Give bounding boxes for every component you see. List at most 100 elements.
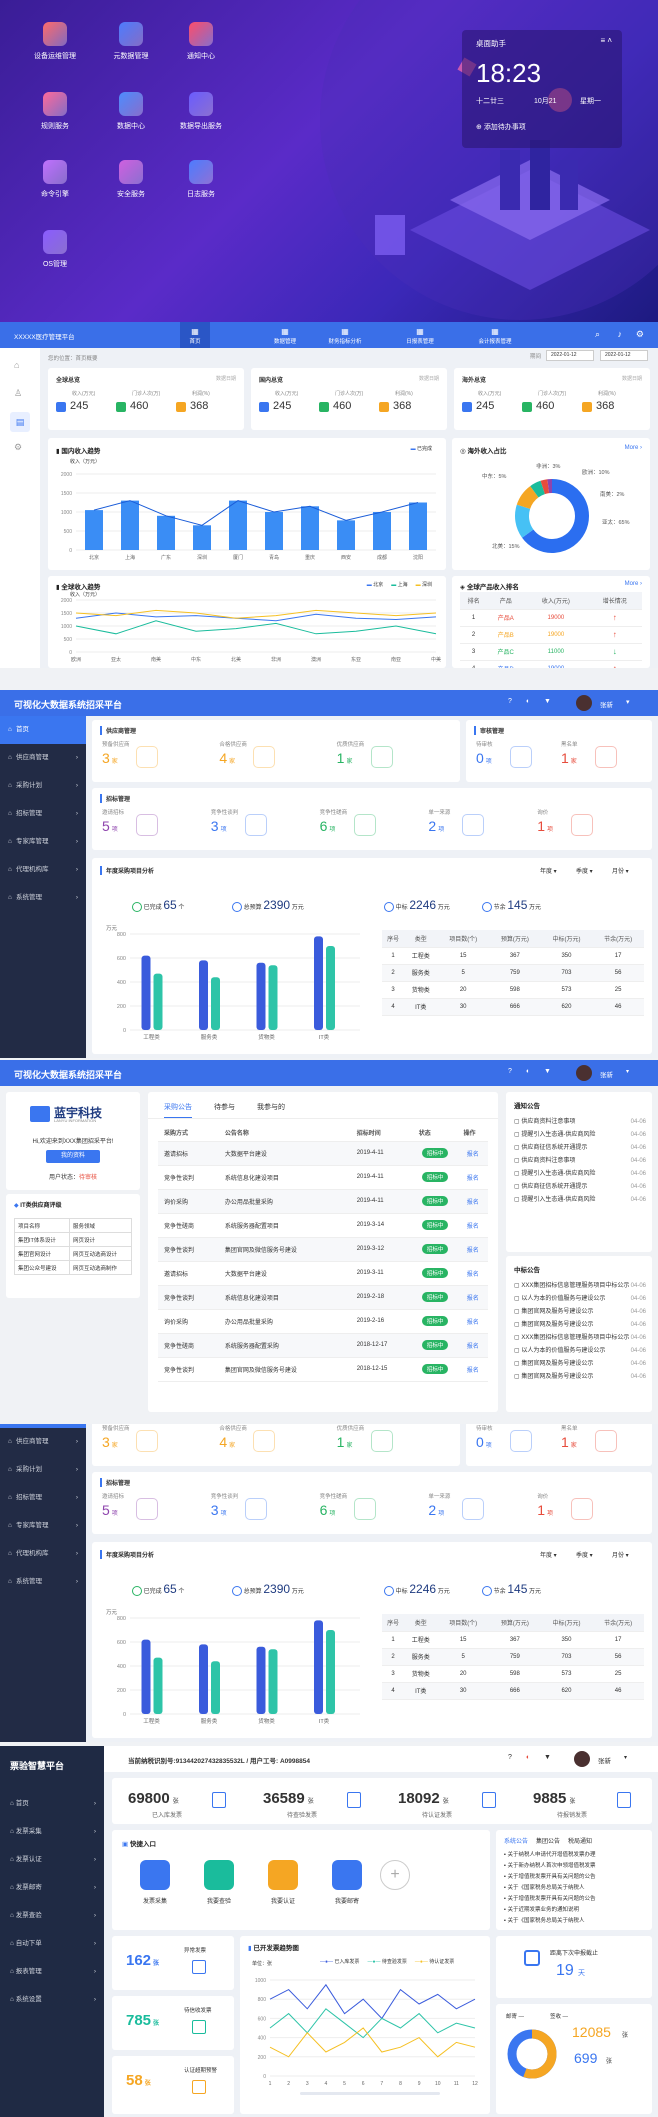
chevron-down-icon[interactable]: ▾ xyxy=(624,1754,627,1761)
signup-link[interactable]: 报名 xyxy=(457,1261,488,1286)
sidebar-item-4[interactable]: ⌂ 专家库管理 › xyxy=(0,828,86,856)
sidebar-item-5[interactable]: ⌂ 代理机构库 › xyxy=(0,856,86,884)
date-to-input[interactable]: 2022-01-12 xyxy=(600,350,648,361)
notice-item[interactable]: ▢ 集团官网及服务号建设公示 04-06 xyxy=(514,1358,646,1371)
tab-0[interactable]: 采购公告 xyxy=(164,1104,192,1119)
app-tile[interactable]: 设备运维管理 xyxy=(20,22,90,61)
help-icon[interactable]: ? xyxy=(508,1754,512,1761)
tab-1[interactable]: 集团公告 xyxy=(536,1839,560,1845)
notice-item[interactable]: ▢ 提醒引入生态通-供应商风险 04-06 xyxy=(514,1129,646,1142)
signup-link[interactable]: 报名 xyxy=(457,1237,488,1262)
notice-item[interactable]: ▢ 集团官网及服务号建设公示 04-06 xyxy=(514,1371,646,1384)
tab-0[interactable]: 系统公告 xyxy=(504,1839,528,1845)
widget-menu-icon[interactable]: ≡ ˄ xyxy=(600,36,612,45)
tab-2[interactable]: 税局通知 xyxy=(568,1839,592,1845)
app-tile[interactable]: 命令引擎 xyxy=(20,160,90,199)
sidebar-item-7[interactable]: ⌂ 系统设置 › xyxy=(0,1986,104,2014)
tab-2[interactable]: 我参与的 xyxy=(257,1104,285,1117)
date-from-input[interactable]: 2022-01-12 xyxy=(546,350,594,361)
quick-entry-1[interactable]: 我要查验 xyxy=(194,1860,244,1905)
signup-link[interactable]: 报名 xyxy=(457,1213,488,1238)
filter-1[interactable]: 季度 ▾ xyxy=(576,1550,593,1559)
app-tile[interactable]: 规则服务 xyxy=(20,92,90,131)
nav-item-1[interactable]: ▦ 数据管理 xyxy=(260,322,310,348)
sidebar-item-4[interactable]: ⌂ 发票查验 › xyxy=(0,1902,104,1930)
avatar[interactable] xyxy=(576,695,592,711)
app-tile[interactable]: OS管理 xyxy=(20,230,90,269)
signup-link[interactable]: 报名 xyxy=(457,1357,488,1382)
sidebar-settings-icon[interactable]: ⚙ xyxy=(14,442,22,453)
notice-item[interactable]: ▢ 集团官网及服务号建设公示 04-06 xyxy=(514,1306,646,1319)
app-tile[interactable]: 数据导出服务 xyxy=(166,92,236,131)
notice-item[interactable]: ▪ 关于纳税人申请代开增值税发票办理 xyxy=(504,1850,648,1861)
chevron-down-icon[interactable]: ▾ xyxy=(626,698,630,706)
sidebar-user-icon[interactable]: ♙ xyxy=(14,388,22,399)
signup-link[interactable]: 报名 xyxy=(457,1165,488,1190)
filter-2[interactable]: 月份 ▾ xyxy=(612,866,629,875)
toggle-icon[interactable]: ◐ xyxy=(526,698,530,705)
app-tile[interactable]: 安全服务 xyxy=(96,160,166,199)
notice-item[interactable]: ▢ 以人为本的价值服务与建设公示 04-06 xyxy=(514,1345,646,1358)
user-name[interactable]: 张新 xyxy=(600,699,613,709)
sidebar-item-1[interactable]: ⌂ 发票采集 › xyxy=(0,1818,104,1846)
sidebar-item-6[interactable]: ⌂ 报表管理 › xyxy=(0,1958,104,1986)
notice-item[interactable]: ▢ 供应商征信系统开通提示 04-06 xyxy=(514,1142,646,1155)
avatar[interactable] xyxy=(576,1065,592,1081)
filter-2[interactable]: 月份 ▾ xyxy=(612,1550,629,1559)
toggle-icon[interactable]: ◐ xyxy=(526,1068,530,1075)
app-tile[interactable]: 元数据管理 xyxy=(96,22,166,61)
notice-item[interactable]: ▢ 提醒引入生态通-供应商风险 04-06 xyxy=(514,1194,646,1207)
shirt-icon[interactable]: ▼ xyxy=(544,1068,551,1075)
my-profile-button[interactable]: 我的资料 xyxy=(46,1150,100,1163)
help-icon[interactable]: ? xyxy=(508,698,512,705)
signup-link[interactable]: 报名 xyxy=(457,1309,488,1334)
chevron-down-icon[interactable]: ▾ xyxy=(626,1068,629,1075)
notice-item[interactable]: ▢ XXX集团招标信息管理服务项目中标公示 04-06 xyxy=(514,1332,646,1345)
sidebar-item-2[interactable]: ⌂ 采购计划 › xyxy=(0,1456,86,1484)
notice-item[interactable]: ▢ 供应商资料注意事项 04-06 xyxy=(514,1116,646,1129)
notice-item[interactable]: ▢ 提醒引入生态通-供应商风险 04-06 xyxy=(514,1168,646,1181)
toggle-icon[interactable]: ◐ xyxy=(526,1754,530,1761)
more-link[interactable]: More › xyxy=(625,445,642,451)
filter-0[interactable]: 年度 ▾ xyxy=(540,1550,557,1559)
sidebar-item-6[interactable]: ⌂ 系统管理 › xyxy=(0,884,86,912)
sidebar-item-5[interactable]: ⌂ 自动下单 › xyxy=(0,1930,104,1958)
filter-0[interactable]: 年度 ▾ xyxy=(540,866,557,875)
nav-item-3[interactable]: ▦ 日报表管理 xyxy=(395,322,445,348)
sidebar-report-icon[interactable]: ▤ xyxy=(10,412,30,432)
quick-entry-2[interactable]: 我要认证 xyxy=(258,1860,308,1905)
add-todo-button[interactable]: ⊕ 添加待办事项 xyxy=(476,122,526,132)
signup-link[interactable]: 报名 xyxy=(457,1189,488,1214)
sidebar-item-3[interactable]: ⌂ 招标管理 › xyxy=(0,800,86,828)
notice-item[interactable]: ▪ 关于增值税发票开具有关问题的公告 xyxy=(504,1872,648,1883)
notice-item[interactable]: ▪ 关于增值税发票开具有关问题的公告 xyxy=(504,1894,648,1905)
help-icon[interactable]: ? xyxy=(508,1068,512,1075)
sidebar-item-6[interactable]: ⌂ 系统管理 › xyxy=(0,1568,86,1596)
sidebar-item-2[interactable]: ⌂ 发票认证 › xyxy=(0,1846,104,1874)
add-shortcut-button[interactable]: + xyxy=(380,1860,410,1890)
sidebar-item-0[interactable]: ⌂ 首页 › xyxy=(0,1790,104,1818)
notice-item[interactable]: ▪ 关于近期发票业务的通知说明 xyxy=(504,1905,648,1916)
app-tile[interactable]: 通知中心 xyxy=(166,22,236,61)
user-name[interactable]: 张新 xyxy=(598,1755,611,1765)
tab-1[interactable]: 待参与 xyxy=(214,1104,235,1117)
bell-icon[interactable]: ♪ xyxy=(618,329,623,339)
notice-item[interactable]: ▪ 关于新办纳税人首次申领增值税发票 xyxy=(504,1861,648,1872)
sidebar-item-3[interactable]: ⌂ 发票邮寄 › xyxy=(0,1874,104,1902)
shirt-icon[interactable]: ▼ xyxy=(544,1754,551,1761)
filter-1[interactable]: 季度 ▾ xyxy=(576,866,593,875)
sidebar-item-5[interactable]: ⌂ 代理机构库 › xyxy=(0,1540,86,1568)
user-name[interactable]: 张新 xyxy=(600,1069,613,1079)
notice-item[interactable]: ▢ XXX集团招标信息管理服务项目中标公示 04-06 xyxy=(514,1280,646,1293)
notice-item[interactable]: ▢ 以人为本的价值服务与建设公示 04-06 xyxy=(514,1293,646,1306)
notice-item[interactable]: ▪ 关于《国家税务总局关于纳税人 xyxy=(504,1883,648,1894)
sidebar-item-1[interactable]: ⌂ 供应商管理 › xyxy=(0,744,86,772)
avatar[interactable] xyxy=(574,1751,590,1767)
sidebar-item-1[interactable]: ⌂ 供应商管理 › xyxy=(0,1428,86,1456)
quick-entry-3[interactable]: 我要邮寄 xyxy=(322,1860,372,1905)
nav-item-4[interactable]: ▦ 会计报表管理 xyxy=(470,322,520,348)
sidebar-item-0[interactable]: ⌂首页 xyxy=(0,716,86,744)
signup-link[interactable]: 报名 xyxy=(457,1333,488,1358)
sidebar-item-4[interactable]: ⌂ 专家库管理 › xyxy=(0,1512,86,1540)
gear-icon[interactable]: ⚙ xyxy=(636,329,644,340)
